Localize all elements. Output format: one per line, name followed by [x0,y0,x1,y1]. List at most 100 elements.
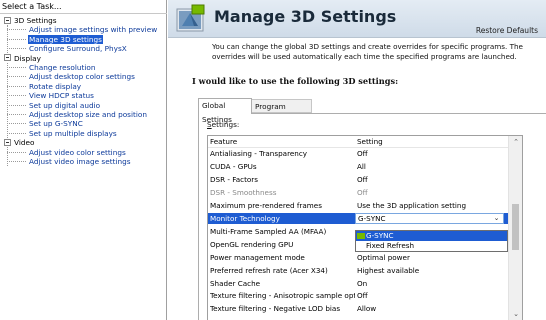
setting-value: G-SYNC [358,213,386,223]
tab-panel: Settings: Feature Setting ⌃ ⌄ Antialiasi… [198,113,546,320]
feature-cell: Texture filtering - Negative LOD bias [210,304,341,314]
setting-column-header: Setting [357,137,383,146]
task-pane-header: Select a Task... [0,0,167,14]
setting-value: Highest available [357,265,420,275]
feature-column-header: Feature [210,137,238,146]
tree-label: Adjust desktop color settings [29,72,135,82]
setting-value: Use the 3D application setting [357,200,467,210]
grid-header: Feature Setting [208,136,508,148]
settings-row[interactable]: Preferred refresh rate (Acer X34) Highest… [208,265,508,276]
tree-item[interactable]: Set up G-SYNC [0,119,166,128]
chevron-down-icon[interactable]: ⌄ [491,214,502,223]
feature-cell: CUDA - GPUs [210,161,257,171]
dropdown-option-gsync[interactable]: G-SYNC [356,231,507,241]
setting-cell: Allow [357,303,502,314]
tree-item[interactable]: Set up multiple displays [0,129,166,138]
feature-cell: Monitor Technology [210,213,280,223]
3d-settings-icon [176,4,205,32]
monitor-technology-dropdown-list[interactable]: G-SYNC Fixed Refresh [355,230,508,252]
tree-label: Display [14,53,41,63]
tree-label: Rotate display [29,81,82,91]
tree-item[interactable]: Change resolution [0,63,166,72]
settings-row[interactable]: Power management mode Optimal power [208,252,508,263]
feature-cell: Texture filtering - Anisotropic sample o… [210,291,355,301]
feature-cell: Antialiasing - Transparency [210,149,308,158]
settings-row[interactable]: Shader Cache On [208,278,508,289]
collapse-icon[interactable] [4,16,11,24]
setting-value: On [357,278,368,288]
tab-program-settings[interactable]: Program Settings [252,99,312,125]
task-pane: Select a Task... 3D Settings Adjust image… [0,0,167,320]
collapse-icon[interactable] [4,54,11,62]
feature-cell: Maximum pre-rendered frames [210,200,322,210]
setting-cell: Off [357,290,502,301]
tree-category[interactable]: Video [0,138,166,147]
page-title: Manage 3D Settings [214,7,397,26]
tree-item[interactable]: Adjust desktop color settings [0,72,166,81]
tree-item[interactable]: View HDCP status [0,91,166,100]
settings-row[interactable]: Texture filtering - Anisotropic sample o… [208,290,508,301]
tree-label: Adjust video color settings [29,147,126,157]
settings-row[interactable]: CUDA - GPUs All [208,161,508,172]
feature-cell: Multi-Frame Sampled AA (MFAA) [210,226,327,236]
settings-row[interactable]: DSR - Smoothness Off [208,187,508,198]
feature-cell: Power management mode [210,252,305,262]
tree-item[interactable]: Adjust video image settings [0,157,166,166]
tree-item[interactable]: Rotate display [0,82,166,91]
tree-item[interactable]: Adjust desktop size and position [0,110,166,119]
tree-item[interactable]: Adjust image settings with preview [0,25,166,34]
grid-scrollbar[interactable]: ⌃ ⌄ [508,136,522,320]
tree-label: Adjust image settings with preview [29,25,158,35]
tree-item[interactable]: Configure Surround, PhysX [0,44,166,53]
setting-cell: Off [357,187,502,198]
scroll-down-icon[interactable]: ⌄ [509,308,522,320]
setting-value: Off [357,174,368,184]
page-description: You can change the global 3D settings an… [212,42,523,61]
collapse-icon[interactable] [4,138,11,146]
setting-cell: Optimal power [357,252,502,263]
tree-item[interactable]: Set up digital audio [0,101,166,110]
tree-label: Change resolution [29,63,96,72]
tree-label: Adjust desktop size and position [29,110,147,119]
setting-value: Off [357,149,368,158]
setting-cell: Use the 3D application setting [357,200,502,211]
tree-category[interactable]: Display [0,54,166,63]
setting-dropdown[interactable]: G-SYNC ⌄ [355,212,504,225]
tree-item[interactable]: Manage 3D settings [0,34,166,44]
dropdown-option-fixed-refresh[interactable]: Fixed Refresh [356,241,507,251]
restore-defaults-link[interactable]: Restore Defaults [476,26,538,35]
tree-item[interactable]: Adjust video color settings [0,148,166,157]
tree-label: Video [14,138,35,148]
setting-cell: Off [357,148,502,159]
feature-cell: OpenGL rendering GPU [210,239,294,249]
tree-label: Set up G-SYNC [29,119,83,129]
tree-label: 3D Settings [14,16,57,25]
setting-value: Optimal power [357,252,410,262]
feature-cell: Shader Cache [210,278,261,288]
tree-label: Set up multiple displays [29,128,117,138]
scroll-thumb[interactable] [512,204,519,250]
tree-label: View HDCP status [29,91,94,101]
setting-value: Allow [357,304,377,314]
tree-label: Set up digital audio [29,100,101,110]
setting-value: Off [357,187,368,197]
setting-cell: Off [357,174,502,185]
settings-row[interactable]: Texture filtering - Negative LOD bias All… [208,303,508,314]
settings-row[interactable]: DSR - Factors Off [208,174,508,185]
feature-cell: DSR - Smoothness [210,187,277,197]
tree-label: Manage 3D settings [28,34,103,44]
tab-global-settings[interactable]: Global Settings [198,98,252,124]
nvidia-icon [357,233,365,239]
feature-cell: DSR - Factors [210,174,258,184]
setting-value: Off [357,291,368,301]
tree-category[interactable]: 3D Settings [0,16,166,25]
setting-cell: Highest available [357,265,502,276]
setting-value: All [357,161,366,171]
tree-label: Adjust video image settings [29,157,131,166]
settings-row[interactable]: Monitor Technology G-SYNC ⌄ [208,212,508,225]
scroll-up-icon[interactable]: ⌃ [509,136,522,148]
page-banner: Manage 3D Settings Restore Defaults [168,0,546,38]
settings-grid: Feature Setting ⌃ ⌄ Antialiasing - Trans… [207,135,523,320]
settings-row[interactable]: Antialiasing - Transparency Off [208,148,508,159]
settings-row[interactable]: Maximum pre-rendered frames Use the 3D ap… [208,200,508,211]
